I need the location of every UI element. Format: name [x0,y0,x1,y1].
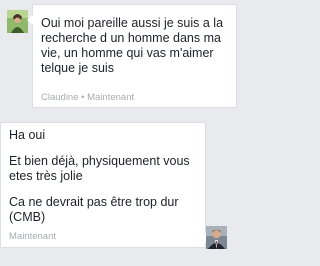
outgoing-timestamp: Maintenant [9,231,57,242]
own-avatar-image [206,226,227,249]
incoming-message-bubble: Oui moi pareille aussi je suis a la rech… [27,4,237,108]
incoming-message-text: Oui moi pareille aussi je suis a la rech… [41,16,224,75]
sender-name[interactable]: Claudine [41,92,79,103]
incoming-timestamp: Maintenant [87,92,135,103]
meta-separator: • [81,92,85,103]
incoming-message-meta: Claudine • Maintenant [41,92,134,103]
own-avatar[interactable] [206,226,227,249]
outgoing-message-line: Et bien déjà, physiquement vous etes trè… [9,154,190,183]
outgoing-message-line: Ca ne devrait pas être trop dur (CMB) [9,195,179,224]
sender-avatar-image [7,10,28,33]
outgoing-message-bubble: Ha oui Et bien déjà, physiquement vous e… [0,122,211,248]
outgoing-message-line: Ha oui [9,128,46,142]
sender-avatar[interactable] [7,10,28,33]
